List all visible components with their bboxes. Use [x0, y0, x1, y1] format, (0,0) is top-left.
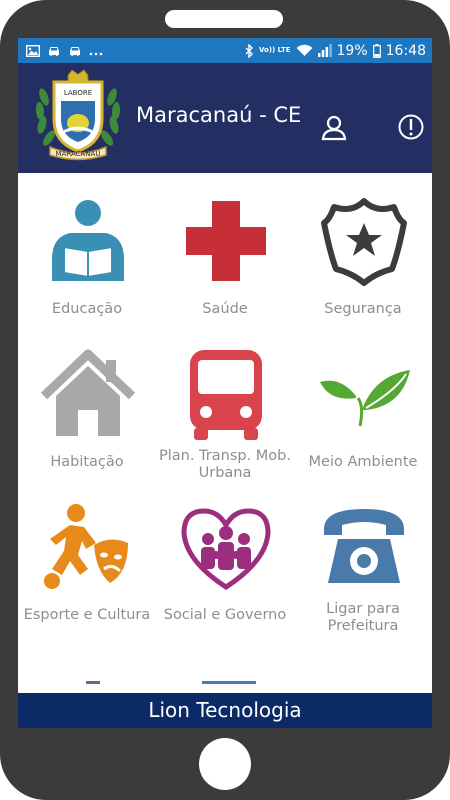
menu-item-label-line-1: Plan. Transp. Mob.	[158, 448, 291, 464]
telephone-icon	[324, 509, 404, 583]
phone-home-button[interactable]	[199, 738, 251, 790]
user-profile-button[interactable]	[320, 113, 348, 141]
signal-icon	[317, 44, 332, 57]
car-icon	[68, 45, 82, 57]
logo-banner-top: LABORE	[64, 89, 92, 97]
battery-percent: 19%	[336, 42, 368, 59]
app-header: LABORE MARACANAÚ Maracanaú - CE	[18, 63, 432, 173]
more-dots-icon	[89, 45, 103, 57]
footer-banner[interactable]: Lion Tecnologia	[18, 693, 432, 728]
battery-icon	[372, 43, 381, 58]
menu-item-label: Segurança	[324, 301, 402, 317]
house-icon	[40, 349, 136, 436]
car-icon	[47, 45, 61, 57]
wifi-icon	[296, 44, 313, 57]
leaves-icon	[320, 370, 410, 427]
menu-item-social-governo[interactable]: Social e Governo	[156, 479, 294, 629]
info-button[interactable]	[397, 113, 425, 141]
menu-item-label: Meio Ambiente	[308, 454, 418, 470]
user-icon	[321, 115, 347, 141]
city-coat-of-arms-logo: LABORE MARACANAÚ	[30, 67, 126, 163]
logo-banner-bottom: MARACANAÚ	[56, 149, 101, 158]
menu-item-label-line-2: Prefeitura	[327, 618, 399, 634]
reading-person-icon	[52, 200, 124, 281]
menu-item-label: Saúde	[202, 301, 248, 317]
bluetooth-icon	[244, 43, 254, 58]
phone-frame: Vo)) LTE 19% 16:48 LABORE MARACANAÚ Mara…	[0, 0, 450, 800]
menu-item-ligar-prefeitura[interactable]: Ligar para Prefeitura	[294, 479, 432, 634]
red-cross-icon	[186, 201, 266, 281]
soccer-theater-icon	[44, 504, 128, 589]
menu-item-transporte[interactable]: Plan. Transp. Mob. Urbana	[156, 326, 294, 481]
info-icon	[398, 114, 424, 140]
app-title: Maracanaú - CE	[136, 103, 302, 127]
menu-item-esporte-cultura[interactable]: Esporte e Cultura	[18, 479, 156, 629]
menu-item-habitacao[interactable]: Habitação	[18, 326, 156, 476]
family-heart-icon	[181, 508, 271, 590]
phone-speaker	[165, 10, 283, 28]
menu-item-label: Social e Governo	[163, 607, 287, 623]
volte-indicator: Vo)) LTE	[258, 46, 291, 54]
menu-item-educacao[interactable]: Educação	[18, 173, 156, 323]
clock: 16:48	[385, 42, 426, 59]
image-icon	[26, 44, 40, 57]
app-screen: Vo)) LTE 19% 16:48 LABORE MARACANAÚ Mara…	[18, 38, 432, 728]
next-row-peek	[202, 681, 256, 684]
menu-item-saude[interactable]: Saúde	[156, 173, 294, 323]
bus-icon	[190, 350, 262, 440]
menu-item-seguranca[interactable]: Segurança	[294, 173, 432, 323]
services-menu-grid: Educação Saúde Segurança Habitação Plan.…	[18, 173, 432, 693]
next-row-peek	[86, 681, 100, 684]
status-bar: Vo)) LTE 19% 16:48	[18, 38, 432, 63]
menu-item-meio-ambiente[interactable]: Meio Ambiente	[294, 326, 432, 476]
menu-item-label: Esporte e Cultura	[23, 607, 151, 623]
menu-item-label: Habitação	[50, 454, 124, 470]
menu-item-label: Educação	[51, 301, 123, 317]
menu-item-label-line-1: Ligar para	[326, 601, 400, 617]
police-badge-icon	[321, 198, 407, 286]
